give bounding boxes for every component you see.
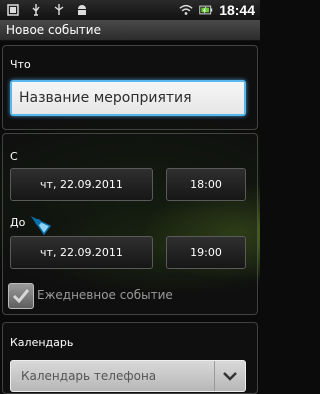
- wifi-icon: [179, 3, 193, 18]
- screen-title-bar: Новое событие: [0, 20, 260, 41]
- clock-time: 18:44: [219, 2, 255, 18]
- event-name-input[interactable]: Название мероприятия: [10, 80, 246, 116]
- calendar-select[interactable]: Календарь телефона: [10, 360, 246, 392]
- status-bar: 18:44: [0, 0, 260, 21]
- from-date-button[interactable]: чт, 22.09.2011: [10, 168, 153, 201]
- usb-debug-icon: [52, 2, 66, 17]
- screen-title: Новое событие: [6, 23, 101, 37]
- to-date-button[interactable]: чт, 22.09.2011: [10, 236, 153, 269]
- to-label: До: [10, 216, 26, 229]
- event-name-value: Название мероприятия: [19, 90, 192, 106]
- battery-icon: [199, 3, 213, 18]
- usb-icon: [29, 2, 43, 17]
- all-day-checkbox[interactable]: [8, 283, 34, 309]
- from-time-button[interactable]: 18:00: [166, 168, 246, 201]
- from-label: С: [10, 150, 18, 163]
- calendar-label: Календарь: [10, 336, 74, 349]
- android-icon: [75, 2, 89, 17]
- all-day-label: Ежедневное событие: [37, 288, 173, 302]
- notification-square-icon: [6, 2, 20, 17]
- to-time-button[interactable]: 19:00: [166, 236, 246, 269]
- chevron-down-icon: [214, 361, 245, 391]
- what-label: Что: [10, 58, 31, 71]
- calendar-selected-value: Календарь телефона: [21, 369, 157, 383]
